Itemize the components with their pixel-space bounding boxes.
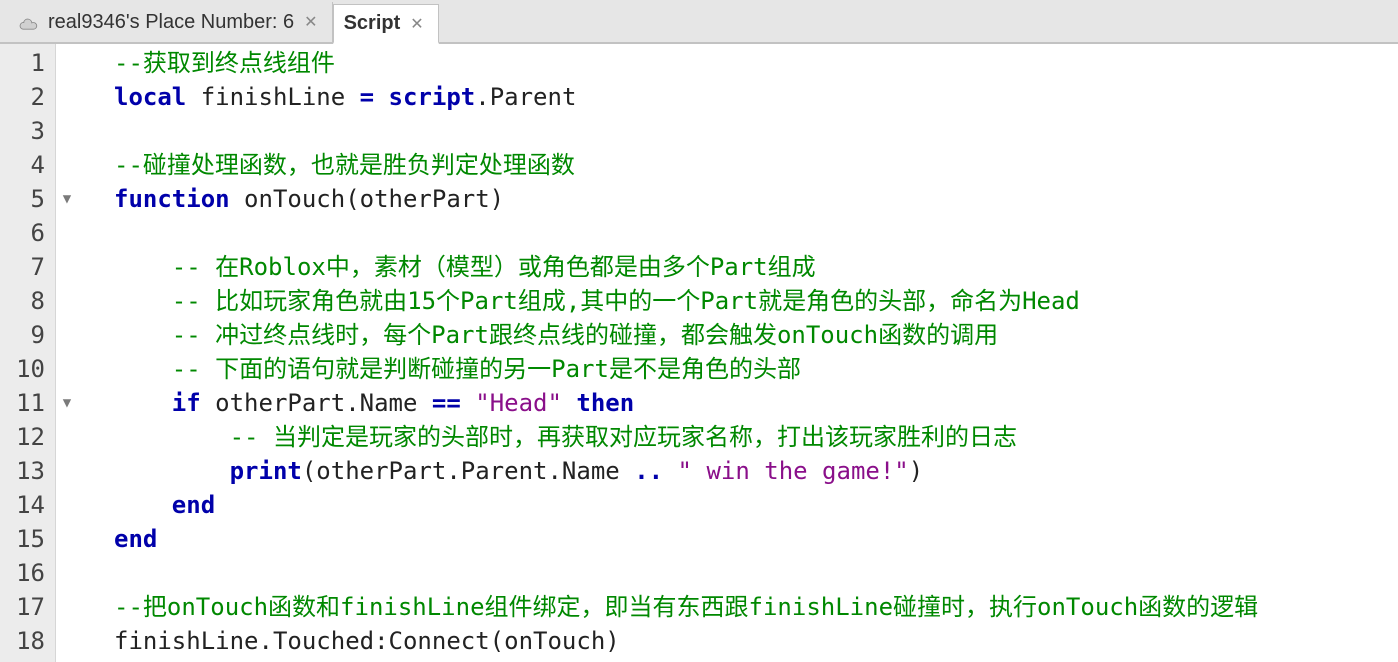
code-line[interactable]: --把onTouch函数和finishLine组件绑定，即当有东西跟finish… [114,590,1398,624]
code-line[interactable] [114,216,1398,250]
code-line[interactable]: -- 比如玩家角色就由15个Part组成,其中的一个Part就是角色的头部，命名… [114,284,1398,318]
code-line[interactable]: function onTouch(otherPart) [114,182,1398,216]
fold-marker [56,556,78,590]
fold-marker [56,352,78,386]
code-line[interactable]: -- 在Roblox中，素材（模型）或角色都是由多个Part组成 [114,250,1398,284]
fold-marker [56,420,78,454]
tab-script[interactable]: Script ✕ [333,4,439,44]
line-number: 3 [0,114,45,148]
tab-label: Script [344,12,401,35]
fold-marker[interactable]: ▼ [56,182,78,216]
fold-marker [56,624,78,658]
code-line[interactable]: finishLine.Touched:Connect(onTouch) [114,624,1398,658]
line-number-gutter: 123456789101112131415161718 [0,44,56,662]
line-number: 1 [0,46,45,80]
line-number: 11 [0,386,45,420]
line-number: 14 [0,488,45,522]
code-line[interactable]: end [114,488,1398,522]
close-icon[interactable]: ✕ [304,12,317,32]
fold-marker [56,148,78,182]
line-number: 4 [0,148,45,182]
code-line[interactable]: -- 下面的语句就是判断碰撞的另一Part是不是角色的头部 [114,352,1398,386]
fold-marker [56,488,78,522]
fold-marker [56,46,78,80]
line-number: 18 [0,624,45,658]
fold-marker [56,454,78,488]
code-line[interactable]: local finishLine = script.Parent [114,80,1398,114]
code-line[interactable]: -- 当判定是玩家的头部时，再获取对应玩家名称，打出该玩家胜利的日志 [114,420,1398,454]
line-number: 9 [0,318,45,352]
code-line[interactable] [114,556,1398,590]
close-icon[interactable]: ✕ [410,14,423,34]
code-line[interactable]: if otherPart.Name == "Head" then [114,386,1398,420]
fold-marker [56,318,78,352]
line-number: 12 [0,420,45,454]
fold-marker [56,590,78,624]
code-line[interactable]: end [114,522,1398,556]
line-number: 10 [0,352,45,386]
code-line[interactable]: print(otherPart.Parent.Name .. " win the… [114,454,1398,488]
tab-place[interactable]: real9346's Place Number: 6 ✕ [8,2,333,42]
line-number: 6 [0,216,45,250]
fold-marker[interactable]: ▼ [56,386,78,420]
cloud-icon [18,15,38,29]
line-number: 2 [0,80,45,114]
line-number: 15 [0,522,45,556]
line-number: 5 [0,182,45,216]
fold-gutter: ▼▼ [56,44,78,662]
line-number: 16 [0,556,45,590]
chevron-down-icon[interactable]: ▼ [63,182,71,216]
fold-marker [56,250,78,284]
line-number: 7 [0,250,45,284]
code-area[interactable]: --获取到终点线组件local finishLine = script.Pare… [78,44,1398,662]
tab-bar: real9346's Place Number: 6 ✕ Script ✕ [0,0,1398,44]
chevron-down-icon[interactable]: ▼ [63,386,71,420]
code-line[interactable]: --获取到终点线组件 [114,46,1398,80]
line-number: 13 [0,454,45,488]
line-number: 8 [0,284,45,318]
code-line[interactable] [114,114,1398,148]
fold-marker [56,284,78,318]
tab-label: real9346's Place Number: 6 [48,11,294,34]
fold-marker [56,522,78,556]
line-number: 17 [0,590,45,624]
code-line[interactable]: -- 冲过终点线时，每个Part跟终点线的碰撞，都会触发onTouch函数的调用 [114,318,1398,352]
fold-marker [56,114,78,148]
code-editor[interactable]: 123456789101112131415161718 ▼▼ --获取到终点线组… [0,44,1398,662]
fold-marker [56,216,78,250]
fold-marker [56,80,78,114]
code-line[interactable]: --碰撞处理函数，也就是胜负判定处理函数 [114,148,1398,182]
